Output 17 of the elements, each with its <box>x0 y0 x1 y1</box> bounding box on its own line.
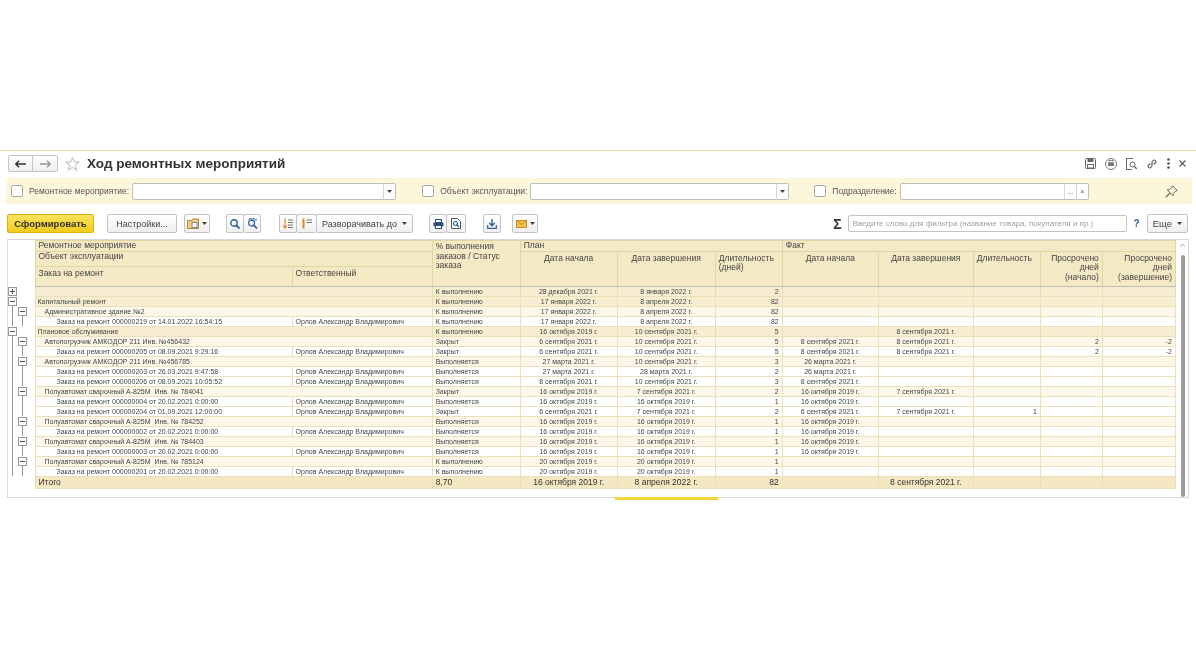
column-header: Длительность <box>973 251 1041 286</box>
column-header: Длительность (дней) <box>715 251 783 286</box>
column-header: Дата завершения <box>878 251 974 286</box>
column-header: Просрочено дней (начало) <box>1040 251 1103 286</box>
column-header: Заказ на ремонт <box>35 266 293 286</box>
filter-label: Подразделение: <box>832 186 897 196</box>
column-header: Дата начала <box>520 251 618 286</box>
column-header: План <box>520 240 783 251</box>
column-header: % выполнения заказов / Статус заказа <box>432 240 521 286</box>
column-header: Просрочено дней (завершение) <box>1102 251 1176 286</box>
column-header: Факт <box>782 240 1176 251</box>
column-header: Ремонтное мероприятие <box>35 240 433 251</box>
window-title: Ход ремонтных мероприятий <box>87 156 286 171</box>
filter-label: Ремонтное мероприятие: <box>29 186 130 196</box>
column-header: Дата завершения <box>617 251 716 286</box>
filter-label: Объект эксплуатации: <box>440 186 528 196</box>
column-header: Дата начала <box>782 251 879 286</box>
